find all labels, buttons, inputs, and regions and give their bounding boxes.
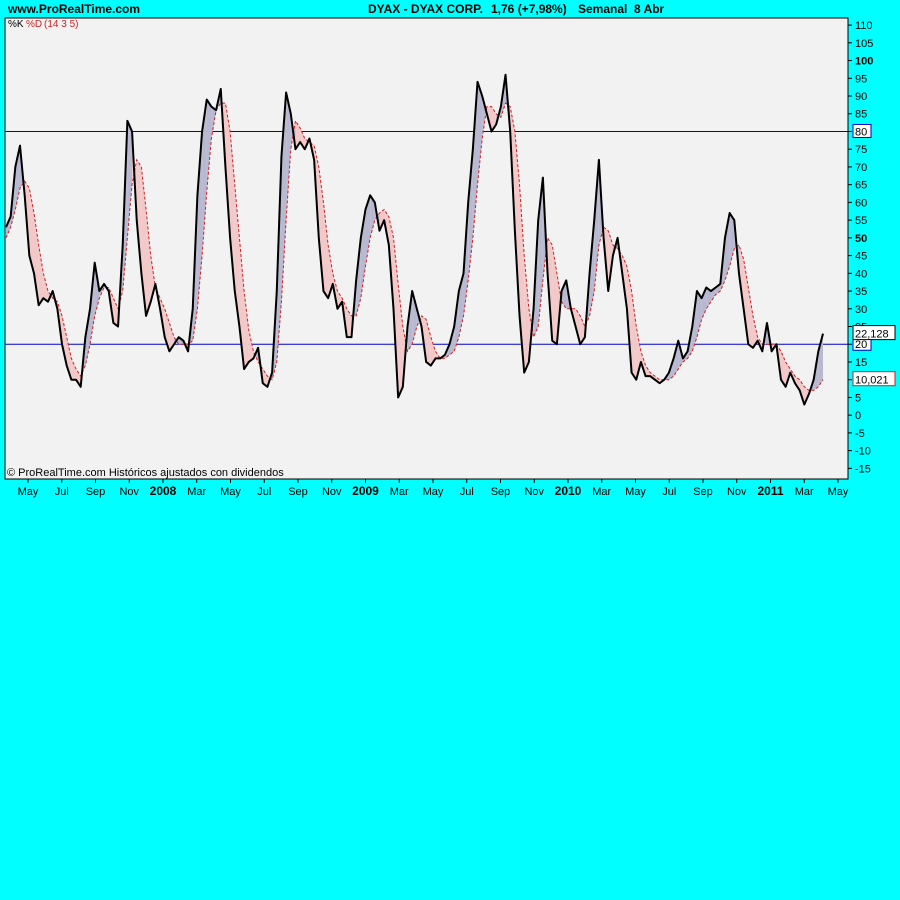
y-tick-label: 30 [855, 304, 867, 316]
y-tick-label: 110 [855, 20, 873, 32]
reference-line-label: 80 [855, 126, 867, 138]
y-tick-label: 95 [855, 73, 867, 85]
y-tick-label: 15 [855, 357, 867, 369]
x-tick-label: 2010 [555, 484, 582, 498]
y-tick-label: 5 [855, 392, 861, 404]
x-tick-label: 2011 [757, 484, 783, 498]
x-tick-label: Jul [257, 486, 271, 498]
y-tick-label: 100 [855, 56, 873, 68]
reference-line-label: 20 [855, 339, 867, 351]
y-tick-label: -10 [855, 446, 871, 458]
credit-text: © ProRealTime.com Históricos ajustados c… [7, 467, 284, 479]
x-tick-label: Mar [592, 486, 611, 498]
y-tick-label: 65 [855, 180, 867, 192]
x-tick-label: Nov [322, 486, 342, 498]
x-tick-label: May [18, 486, 39, 498]
x-tick-label: May [220, 486, 241, 498]
x-tick-label: May [423, 486, 444, 498]
x-tick-label: Sep [491, 486, 511, 498]
legend-params: (14 3 5) [44, 19, 78, 30]
x-tick-label: Jul [55, 486, 69, 498]
legend-k-label: %K [8, 19, 24, 30]
y-tick-label: 35 [855, 286, 867, 298]
x-tick-label: Nov [727, 486, 747, 498]
y-tick-label: -15 [855, 463, 871, 475]
y-tick-label: 85 [855, 109, 867, 121]
plot-area [4, 17, 849, 480]
x-tick-label: Nov [524, 486, 544, 498]
y-tick-label: 70 [855, 162, 867, 174]
x-tick-label: May [828, 486, 849, 498]
last-d-value: 10,021 [855, 375, 889, 387]
y-tick-label: -5 [855, 428, 865, 440]
x-tick-label: 2009 [352, 484, 379, 498]
y-tick-label: 75 [855, 144, 867, 156]
y-tick-label: 105 [855, 38, 873, 50]
y-tick-label: 50 [855, 233, 867, 245]
x-tick-label: Mar [390, 486, 409, 498]
stochastic-chart[interactable]: -15-10-505101520253035404550556065707580… [0, 0, 900, 900]
x-tick-label: May [625, 486, 646, 498]
x-tick-label: Mar [187, 486, 206, 498]
y-tick-label: 45 [855, 251, 867, 263]
x-tick-label: Sep [693, 486, 713, 498]
x-tick-label: Jul [460, 486, 474, 498]
x-tick-label: Jul [662, 486, 676, 498]
x-tick-label: Sep [288, 486, 308, 498]
x-tick-label: Sep [86, 486, 106, 498]
y-tick-label: 40 [855, 268, 867, 280]
y-tick-label: 90 [855, 91, 867, 103]
x-tick-label: Nov [119, 486, 139, 498]
x-tick-label: Mar [795, 486, 814, 498]
last-k-value: 22,128 [855, 329, 889, 341]
y-tick-label: 55 [855, 215, 867, 227]
y-tick-label: 60 [855, 197, 867, 209]
x-tick-label: 2008 [150, 484, 177, 498]
legend-d-label: %D [26, 19, 42, 30]
y-tick-label: 0 [855, 410, 861, 422]
